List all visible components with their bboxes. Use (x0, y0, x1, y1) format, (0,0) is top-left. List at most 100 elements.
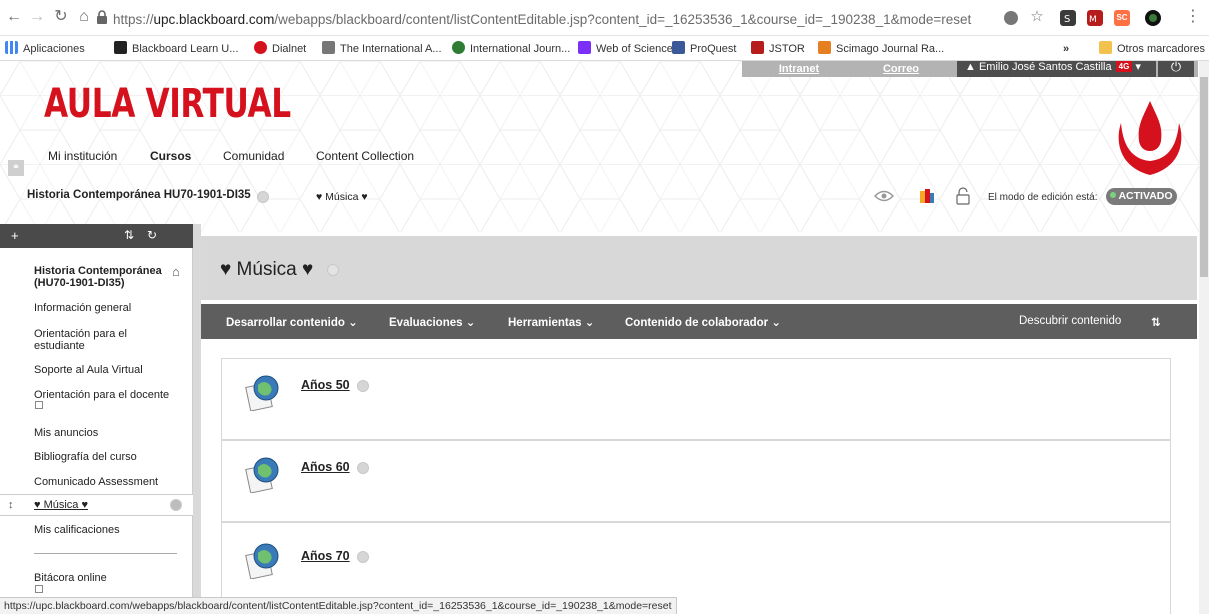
menu-item-options-icon[interactable] (170, 499, 182, 511)
item-options-icon[interactable] (357, 462, 369, 474)
chevron-down-icon: ⌄ (771, 317, 781, 329)
bookmark-star-icon[interactable]: ☆ (1028, 8, 1046, 26)
nav-comunidad[interactable]: Comunidad (223, 149, 284, 163)
address-bar[interactable]: https://upc.blackboard.com/webapps/black… (113, 12, 971, 27)
sidebar-item-bibliografia[interactable]: Bibliografía del curso (34, 451, 137, 463)
sidebar-item-musica-selected[interactable]: ↕ ♥ Música ♥ (0, 494, 193, 516)
sidebar-item-orientacion-estudiante[interactable]: Orientación para el estudiante (34, 328, 174, 352)
sidebar-scrollbar[interactable] (193, 224, 201, 614)
course-menu-toolbar: + ⇅ ↻ (0, 224, 193, 248)
item-options-icon[interactable] (357, 380, 369, 392)
palette-icon[interactable] (920, 189, 934, 203)
hidden-item-icon (35, 401, 43, 409)
menu-contenido-colaborador[interactable]: Contenido de colaborador ⌄ (625, 315, 781, 329)
wos-icon (578, 41, 591, 54)
sidebar-item-mis-calificaciones[interactable]: Mis calificaciones (34, 524, 120, 536)
forward-icon[interactable]: → (28, 8, 46, 26)
nav-cursos[interactable]: Cursos (150, 149, 191, 163)
sidebar-item-orientacion-docente[interactable]: Orientación para el docente (34, 389, 169, 401)
proquest-icon (672, 41, 685, 54)
bookmarks-bar: Aplicaciones Blackboard Learn U... Dialn… (0, 36, 1209, 61)
jstor-icon (751, 41, 764, 54)
bookmark-scimago[interactable]: Scimago Journal Ra... (818, 41, 944, 57)
link-icon[interactable]: ⚭ (8, 160, 24, 176)
sidebar-divider (34, 553, 177, 554)
item-options-icon[interactable] (357, 551, 369, 563)
menu-evaluaciones[interactable]: Evaluaciones ⌄ (389, 315, 475, 329)
bookmark-international-journ[interactable]: International Journ... (452, 41, 570, 57)
translate-icon[interactable] (1003, 10, 1019, 26)
browser-toolbar: ← → ↻ ⌂ https://upc.blackboard.com/webap… (0, 0, 1209, 36)
lock-icon (97, 10, 107, 24)
sc-extension-icon[interactable]: SC (1114, 10, 1130, 26)
edit-mode-label: El modo de edición está: (988, 192, 1098, 203)
bookmark-proquest[interactable]: ProQuest (672, 41, 736, 57)
action-bar: Desarrollar contenido ⌄ Evaluaciones ⌄ H… (201, 304, 1197, 339)
intranet-link[interactable]: Intranet (774, 61, 824, 77)
content-item: Años 60 (221, 440, 1171, 522)
toggle-dot-icon (1110, 192, 1117, 198)
bookmark-jstor[interactable]: JSTOR (751, 41, 805, 57)
sidebar-item-comunicado-assessment[interactable]: Comunicado Assessment (34, 476, 158, 488)
nav-content-collection[interactable]: Content Collection (316, 149, 414, 163)
course-title-link[interactable]: Historia Contemporánea HU70-1901-DI35 (27, 189, 251, 201)
bookmark-international-a[interactable]: The International A... (322, 41, 442, 57)
page-title: ♥ Música ♥ (220, 259, 314, 280)
course-breadcrumb-bar: Historia Contemporánea HU70-1901-DI35 ♥ … (0, 183, 1200, 215)
content-item-title[interactable]: Años 70 (301, 549, 350, 563)
logout-power-icon[interactable]: ⏻ (1158, 61, 1194, 77)
sidebar-item-informacion-general[interactable]: Información general (34, 302, 131, 314)
user-menu[interactable]: ▲ Emilio José Santos Castilla 4G ▾ (957, 61, 1156, 77)
sidebar-item-musica-label: ♥ Música ♥ (34, 499, 89, 511)
page-title-options-icon[interactable] (327, 264, 339, 276)
bookmark-dialnet[interactable]: Dialnet (254, 41, 306, 57)
refresh-icon[interactable]: ↻ (147, 228, 157, 242)
site-header: Intranet Correo ▲ Emilio José Santos Cas… (0, 61, 1200, 232)
scimago-icon (818, 41, 831, 54)
eye-icon[interactable] (874, 189, 894, 203)
back-icon[interactable]: ← (5, 8, 23, 26)
badge-4g: 4G (1115, 61, 1133, 72)
bookmark-web-of-science[interactable]: Web of Science (578, 41, 673, 57)
page-scrollbar-thumb[interactable] (1200, 77, 1208, 277)
home-icon[interactable]: ⌂ (75, 8, 93, 26)
menu-desarrollar-contenido[interactable]: Desarrollar contenido ⌄ (226, 315, 358, 329)
mendeley-icon[interactable]: M (1087, 10, 1103, 26)
sidebar-item-bitacora[interactable]: Bitácora online (34, 572, 107, 584)
unlock-icon[interactable] (956, 187, 970, 205)
home-icon-sidebar: ⌂ (172, 264, 180, 279)
nav-mi-institucion[interactable]: Mi institución (48, 149, 117, 163)
upc-logo-icon (1118, 101, 1182, 175)
descubrir-contenido-button[interactable]: Descubrir contenido (1019, 315, 1121, 327)
course-home-link[interactable]: Historia Contemporánea (HU70-1901-DI35) (34, 265, 168, 289)
other-bookmarks[interactable]: Otros marcadores (1099, 41, 1205, 57)
drag-handle-icon[interactable]: ↕ (8, 499, 14, 511)
content-item-title[interactable]: Años 60 (301, 460, 350, 474)
chevron-down-icon: ▾ (1135, 61, 1141, 73)
bookmarks-overflow[interactable]: » (1063, 41, 1069, 57)
content-item-title[interactable]: Años 50 (301, 378, 350, 392)
web-link-globe-icon (245, 543, 279, 579)
svg-text:M: M (1089, 15, 1097, 25)
edit-mode-toggle[interactable]: ACTIVADO (1106, 188, 1177, 205)
profile-avatar-icon[interactable] (1145, 10, 1161, 26)
apps-grid-icon (5, 41, 18, 54)
sidebar-item-soporte[interactable]: Soporte al Aula Virtual (34, 364, 143, 376)
bookmark-apps[interactable]: Aplicaciones (5, 41, 85, 57)
reload-icon[interactable]: ↻ (52, 8, 70, 26)
sidebar-item-mis-anuncios[interactable]: Mis anuncios (34, 427, 98, 439)
menu-kebab-icon[interactable]: ⋮ (1184, 8, 1202, 26)
page-header: ♥ Música ♥ (201, 236, 1197, 300)
folder-icon (1099, 41, 1112, 54)
bookmark-blackboard[interactable]: Blackboard Learn U... (114, 41, 238, 57)
course-options-icon[interactable] (257, 191, 269, 203)
breadcrumb-current: ♥ Música ♥ (316, 191, 368, 203)
correo-link[interactable]: Correo (876, 61, 926, 77)
page-scrollbar[interactable] (1199, 61, 1209, 614)
reorder-icon[interactable]: ⇅ (1151, 315, 1161, 329)
sort-icon[interactable]: ⇅ (124, 228, 134, 242)
menu-herramientas[interactable]: Herramientas ⌄ (508, 315, 594, 329)
extension-icon[interactable]: S (1060, 10, 1076, 26)
add-menu-item-icon[interactable]: + (11, 228, 19, 243)
chevron-down-icon: ⌄ (584, 317, 595, 329)
